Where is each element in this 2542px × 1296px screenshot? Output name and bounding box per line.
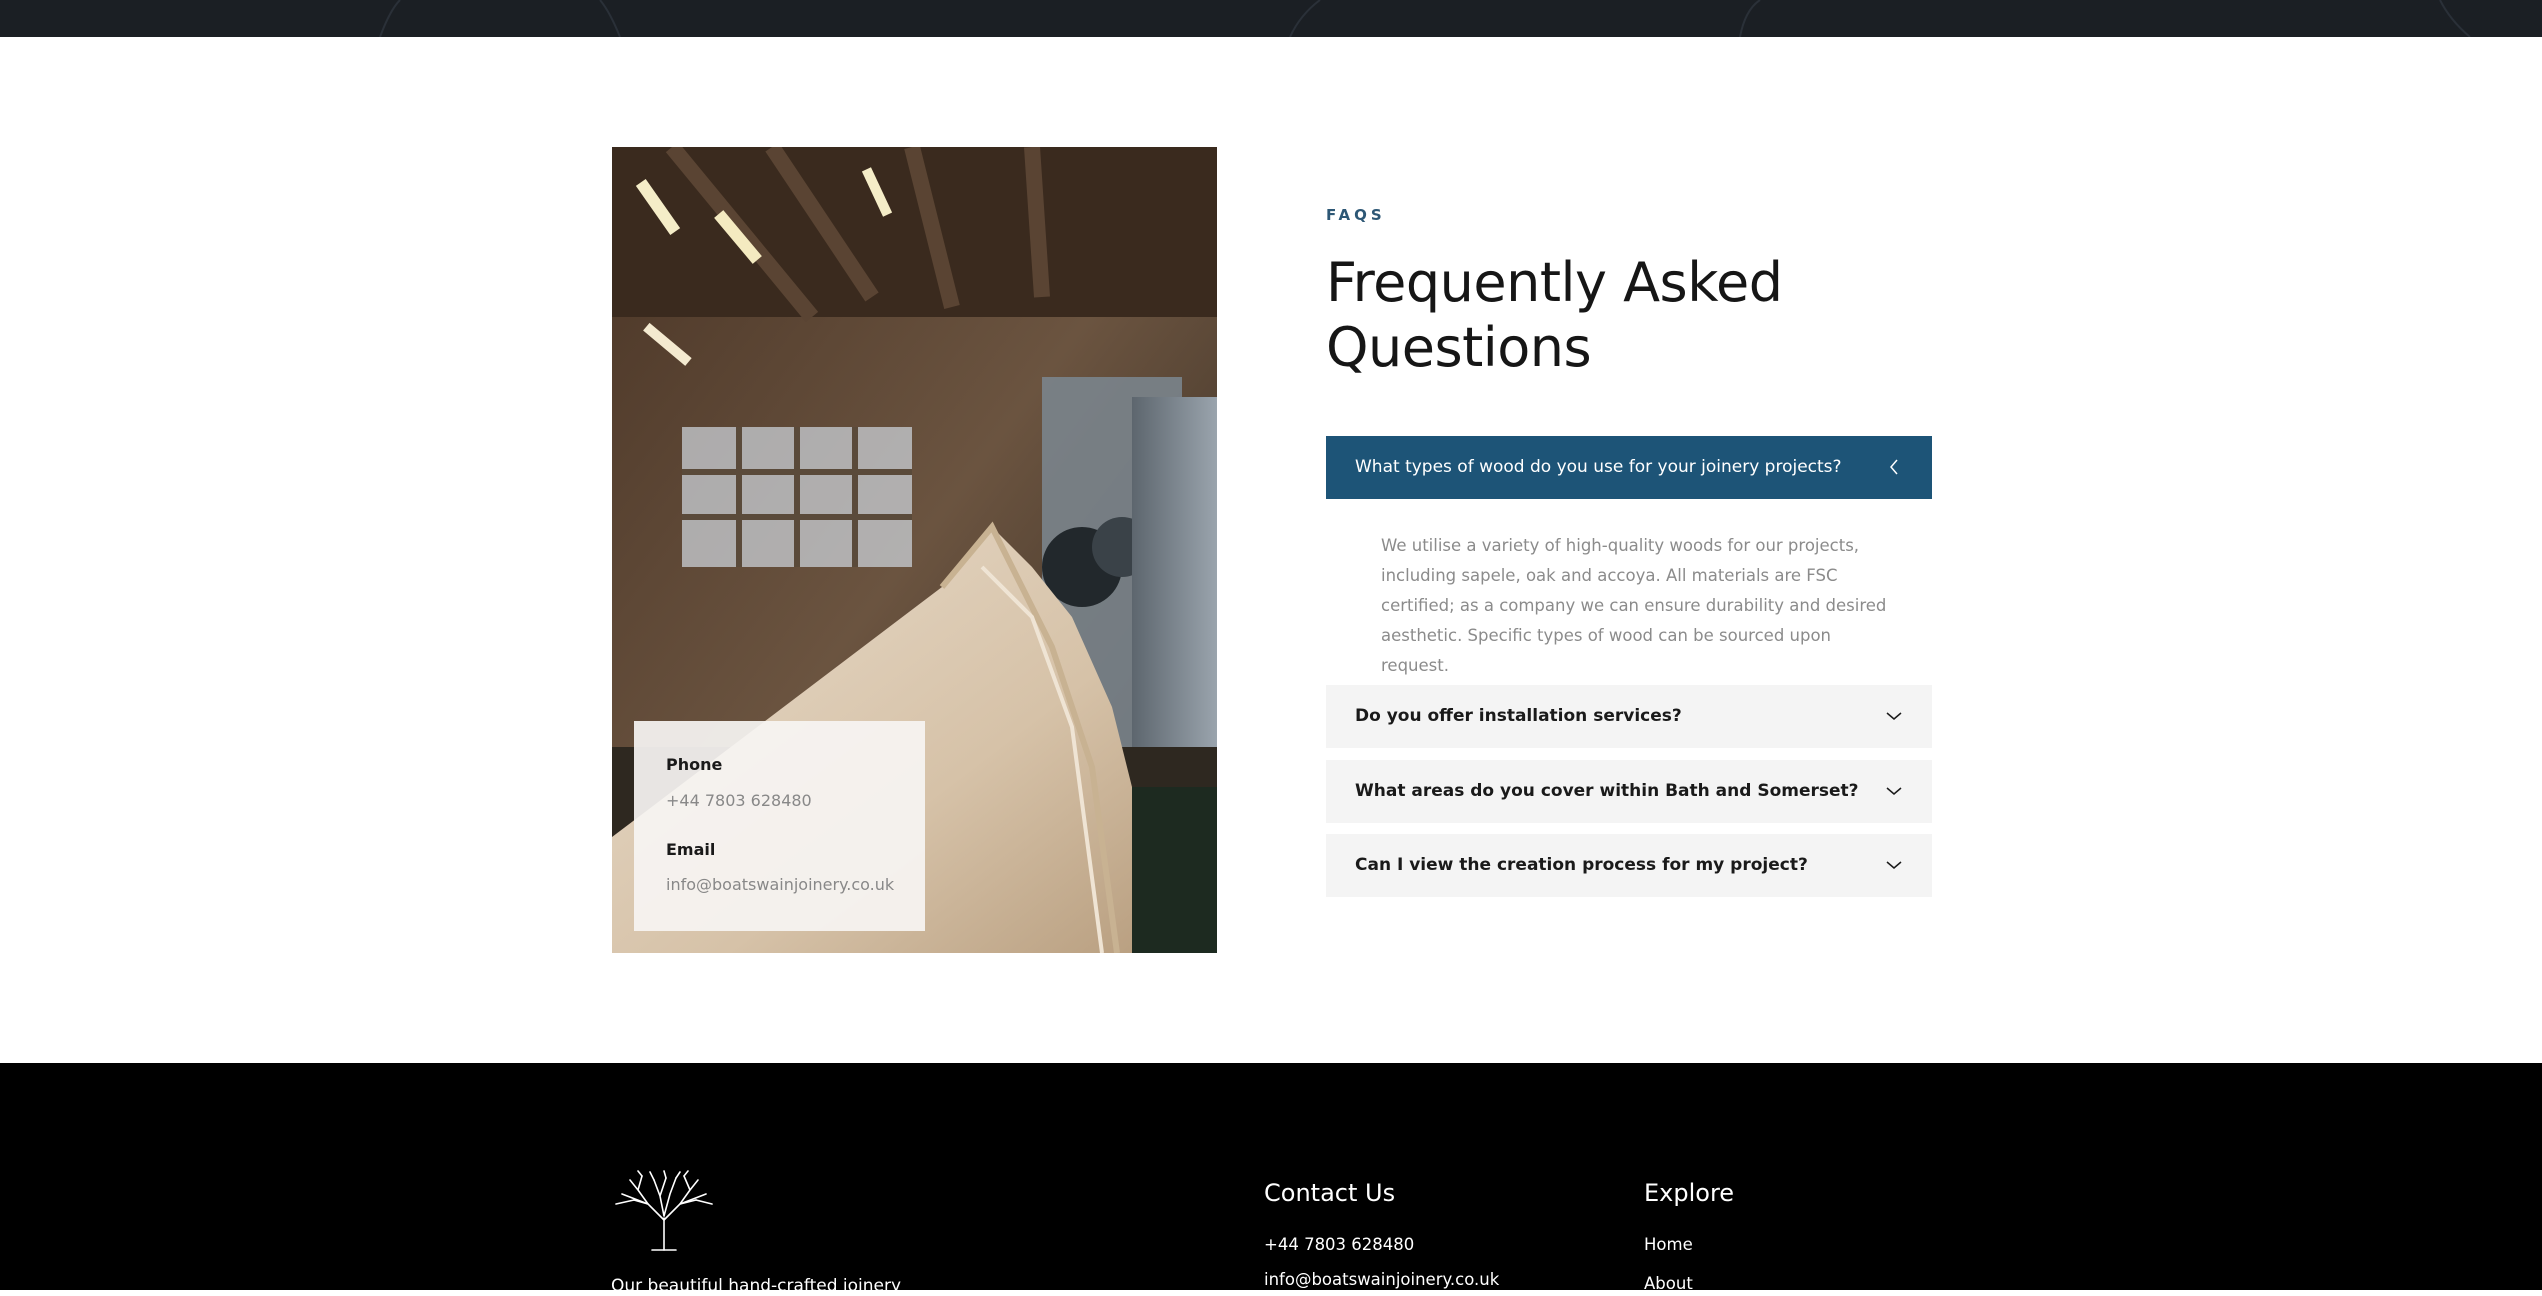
footer-link-home[interactable]: Home (1644, 1235, 1693, 1254)
footer-explore-heading: Explore (1644, 1179, 1735, 1207)
faq-question: What types of wood do you use for your j… (1355, 457, 1842, 477)
tree-logo-icon[interactable] (612, 1170, 716, 1252)
footer-link-about[interactable]: About (1644, 1274, 1693, 1293)
email-label: Email (666, 840, 716, 859)
email-value[interactable]: info@boatswainjoinery.co.uk (666, 875, 894, 894)
chevron-down-icon (1886, 787, 1902, 795)
workshop-photo: Phone +44 7803 628480 Email info@boatswa… (612, 147, 1217, 953)
footer-contact-heading: Contact Us (1264, 1179, 1396, 1207)
header-band (0, 0, 2542, 37)
chevron-left-icon (1890, 459, 1898, 475)
contact-card: Phone +44 7803 628480 Email info@boatswa… (634, 721, 925, 931)
faq-question: What areas do you cover within Bath and … (1355, 781, 1859, 801)
faq-question: Do you offer installation services? (1355, 706, 1682, 726)
chevron-down-icon (1886, 861, 1902, 869)
faq-item-process[interactable]: Can I view the creation process for my p… (1326, 834, 1932, 897)
faq-question: Can I view the creation process for my p… (1355, 855, 1808, 875)
footer-tagline: Our beautiful hand-crafted joinery (611, 1276, 902, 1296)
faq-item-areas[interactable]: What areas do you cover within Bath and … (1326, 760, 1932, 823)
footer: Our beautiful hand-crafted joinery Conta… (0, 1063, 2542, 1296)
section-eyebrow: FAQS (1326, 206, 1386, 224)
header-decoration (379, 0, 2471, 37)
phone-label: Phone (666, 755, 723, 774)
section-title: Frequently Asked Questions (1326, 251, 1783, 379)
footer-phone-link[interactable]: +44 7803 628480 (1264, 1235, 1414, 1254)
phone-value[interactable]: +44 7803 628480 (666, 791, 812, 810)
footer-email-link[interactable]: info@boatswainjoinery.co.uk (1264, 1270, 1499, 1289)
faq-item-installation[interactable]: Do you offer installation services? (1326, 685, 1932, 748)
faq-answer: We utilise a variety of high-quality woo… (1381, 536, 1887, 675)
faq-item-wood-types[interactable]: What types of wood do you use for your j… (1326, 436, 1932, 499)
chevron-down-icon (1886, 712, 1902, 720)
